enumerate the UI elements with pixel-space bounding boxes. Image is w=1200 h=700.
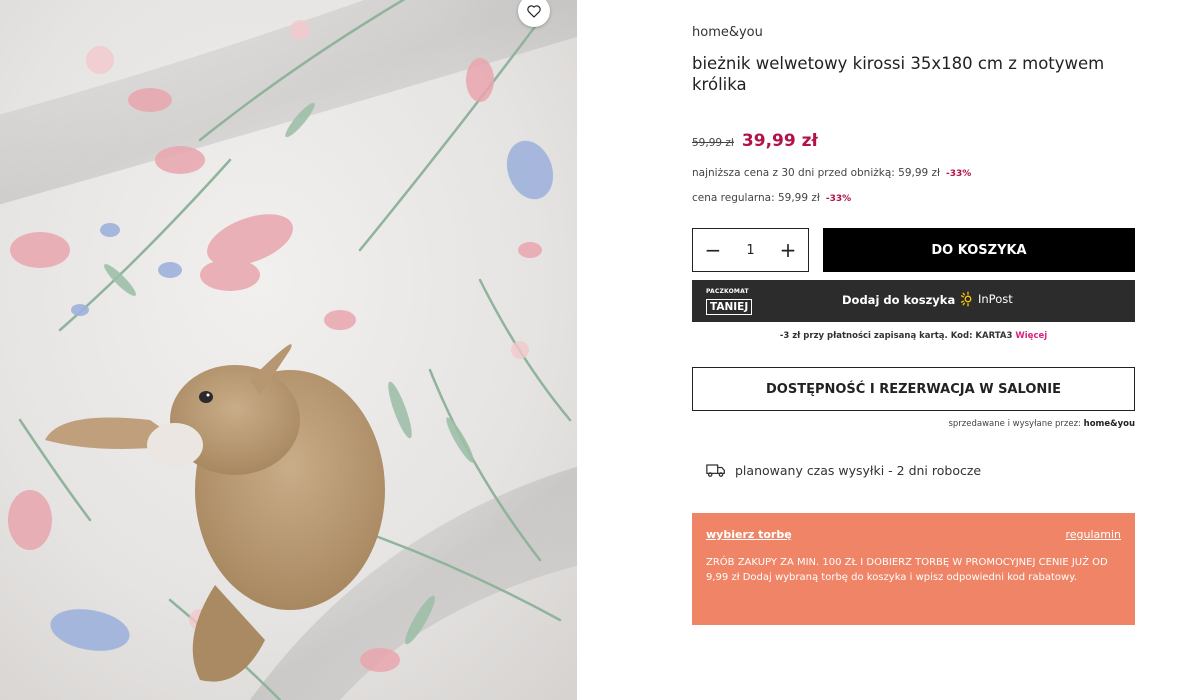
lowest-price-label: najniższa cena z 30 dni przed obniżką: 5… [692, 167, 941, 179]
inpost-logo: InPost [960, 291, 1013, 307]
product-image[interactable] [0, 0, 577, 700]
old-price: 59,99 zł [692, 137, 734, 149]
inpost-label: Dodaj do koszyka [842, 293, 956, 307]
badge-main-text: TANIEJ [706, 299, 753, 315]
current-price: 39,99 zł [741, 131, 818, 151]
quantity-decrease-button[interactable]: − [703, 240, 723, 260]
add-to-cart-button[interactable]: DO KOSZYKA [823, 228, 1135, 272]
shipping-text: planowany czas wysyłki - 2 dni robocze [735, 462, 982, 478]
store-availability-button[interactable]: DOSTĘPNOŚĆ I REZERWACJA W SALONIE [692, 367, 1135, 411]
product-title: bieżnik welwetowy kirossi 35x180 cm z mo… [692, 54, 1105, 94]
heart-icon [527, 5, 541, 18]
regular-price-note: cena regularna: 59,99 zł -33% [692, 192, 851, 204]
inpost-add-to-cart-button[interactable]: PACZKOMAT TANIEJ Dodaj do koszyka InPost [692, 280, 1135, 322]
bag-promo-box: wybierz torbę regulamin ZRÓB ZAKUPY ZA M… [692, 513, 1135, 625]
product-photo [0, 0, 577, 700]
bag-promo-text: ZRÓB ZAKUPY ZA MIN. 100 ZŁ I DOBIERZ TOR… [706, 557, 1108, 583]
regular-price-label: cena regularna: 59,99 zł [692, 192, 820, 204]
lowest-price-note: najniższa cena z 30 dni przed obniżką: 5… [692, 167, 971, 179]
seller-prefix: sprzedawane i wysyłane przez: [948, 419, 1081, 429]
regular-price-discount: -33% [825, 194, 852, 204]
card-promo-note: -3 zł przy płatności zapisaną kartą. Kod… [692, 331, 1135, 341]
badge-top-text: PACZKOMAT [706, 288, 749, 295]
paczkomat-taniej-badge: PACZKOMAT TANIEJ [706, 288, 753, 315]
seller-info: sprzedawane i wysyłane przez: home&you [948, 419, 1135, 429]
bag-promo-header: wybierz torbę regulamin [706, 528, 1121, 541]
lowest-price-discount: -33% [946, 169, 972, 179]
quantity-increase-button[interactable]: + [778, 240, 798, 260]
inpost-sun-icon [960, 291, 972, 307]
card-promo-more-link[interactable]: Więcej [1015, 331, 1047, 341]
delivery-truck-icon [706, 464, 725, 477]
seller-name[interactable]: home&you [1084, 419, 1135, 429]
quantity-stepper: − 1 + [692, 228, 809, 272]
price-row: 59,99 zł 39,99 zł [692, 131, 818, 151]
choose-bag-link[interactable]: wybierz torbę [706, 528, 792, 541]
shipping-info: planowany czas wysyłki - 2 dni robocze [706, 462, 981, 478]
inpost-logo-text: InPost [978, 292, 1013, 306]
card-promo-text: -3 zł przy płatności zapisaną kartą. Kod… [779, 331, 1013, 341]
bag-rules-link[interactable]: regulamin [1065, 528, 1121, 541]
brand-link[interactable]: home&you [692, 25, 763, 40]
quantity-input[interactable]: 1 [746, 243, 754, 258]
